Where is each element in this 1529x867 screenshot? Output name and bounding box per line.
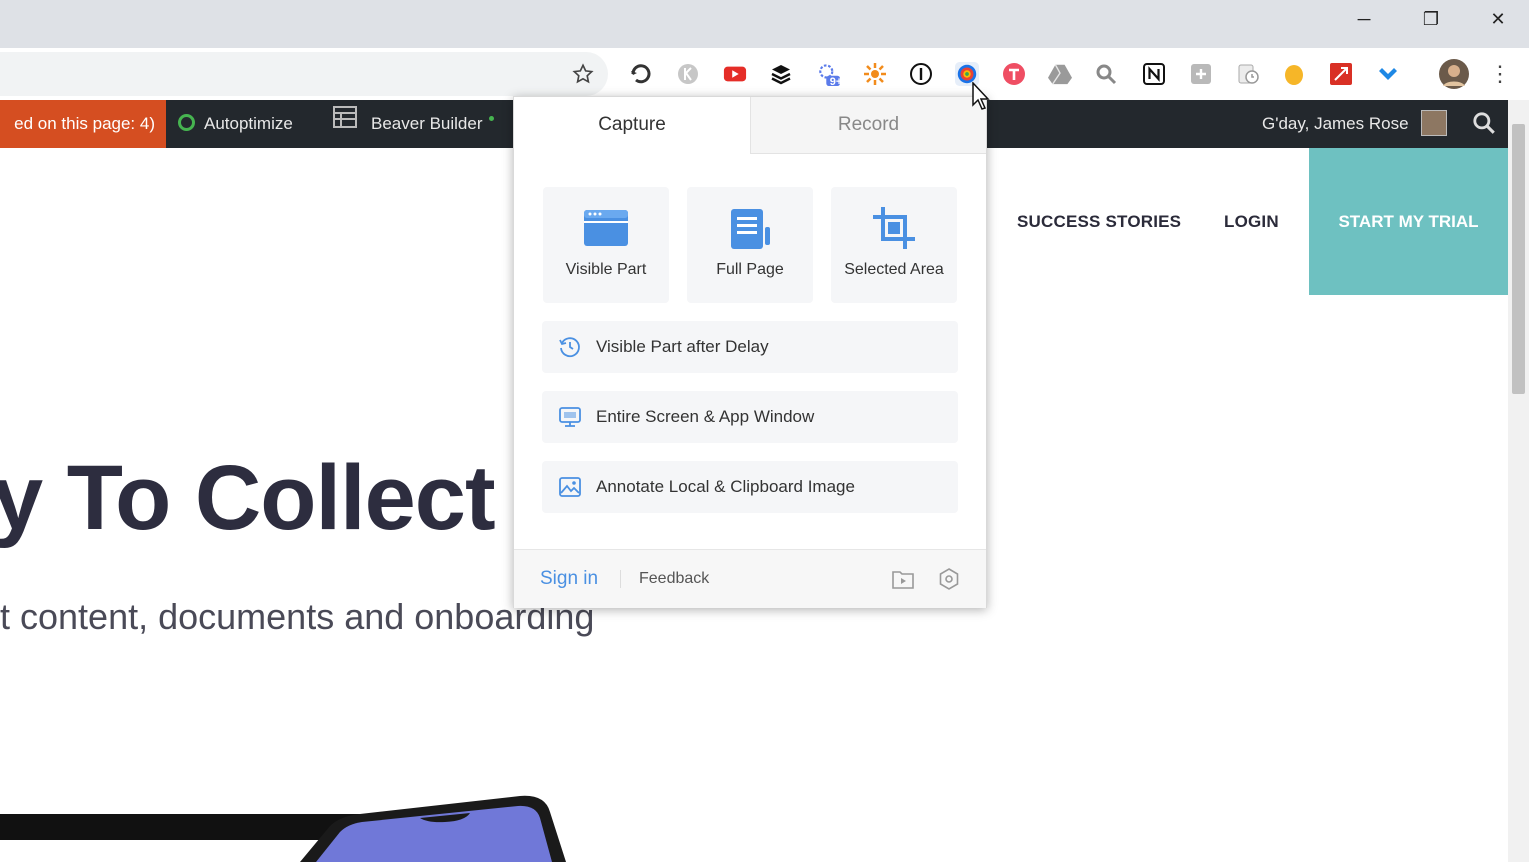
sun-extension-icon[interactable] [863, 62, 887, 86]
full-page-button[interactable]: Full Page [687, 187, 813, 303]
beaver-builder-menu[interactable]: Beaver Builder [333, 100, 494, 148]
box-extension-icon[interactable] [1189, 62, 1213, 86]
clock-extension-icon[interactable] [1236, 62, 1260, 86]
password-manager-icon[interactable] [909, 62, 933, 86]
youtube-extension-icon[interactable] [723, 62, 747, 86]
table-icon [333, 99, 357, 147]
beaver-builder-label: Beaver Builder [371, 114, 483, 133]
autoptimize-label: Autoptimize [204, 114, 293, 133]
scrollbar-thumb[interactable] [1512, 124, 1525, 394]
annotate-image-option[interactable]: Annotate Local & Clipboard Image [542, 461, 958, 513]
admin-notice-item[interactable]: ed on this page: 4) [0, 100, 166, 148]
admin-notice-text: ed on this page: 4) [14, 114, 155, 133]
minimize-button[interactable]: ─ [1352, 8, 1376, 30]
t-extension-icon[interactable] [1002, 62, 1026, 86]
device-mockup-image [0, 788, 580, 862]
image-icon [558, 475, 582, 499]
page-scrollbar[interactable] [1508, 100, 1529, 862]
delay-option-label: Visible Part after Delay [596, 337, 769, 356]
capture-popup: Capture Record Visible Part Full Page Se… [513, 96, 987, 608]
notion-extension-icon[interactable] [1142, 62, 1166, 86]
popup-footer: Sign in Feedback [514, 549, 986, 608]
window-titlebar: ─ ❐ ✕ [0, 0, 1529, 48]
autoptimize-menu[interactable]: Autoptimize [178, 100, 293, 148]
footer-divider [620, 570, 621, 588]
annotate-image-label: Annotate Local & Clipboard Image [596, 477, 855, 496]
start-trial-button[interactable]: START MY TRIAL [1309, 148, 1508, 295]
close-button[interactable]: ✕ [1486, 8, 1510, 30]
puzzle-extension-icon[interactable]: 9+ [816, 62, 842, 88]
entire-screen-label: Entire Screen & App Window [596, 407, 815, 426]
scroll-page-icon [727, 205, 773, 251]
restore-button[interactable]: ❐ [1419, 8, 1443, 30]
bookmark-star-icon[interactable] [571, 62, 595, 86]
monitor-icon [558, 405, 582, 429]
feedback-link[interactable]: Feedback [639, 550, 709, 608]
undo-extension-icon[interactable] [629, 62, 653, 86]
browser-window-icon [583, 205, 629, 251]
visible-part-button[interactable]: Visible Part [543, 187, 669, 303]
hero-title: y To Collect [0, 447, 496, 549]
address-bar[interactable] [0, 52, 608, 96]
selected-area-label: Selected Area [844, 261, 944, 278]
visible-part-delay-option[interactable]: Visible Part after Delay [542, 321, 958, 373]
user-avatar [1421, 109, 1448, 136]
greeting-text: G'day, James Rose [1262, 114, 1409, 133]
pdf-extension-icon[interactable] [1329, 62, 1353, 86]
entire-screen-option[interactable]: Entire Screen & App Window [542, 391, 958, 443]
full-page-label: Full Page [716, 261, 784, 278]
tab-capture[interactable]: Capture [514, 97, 750, 153]
tab-record[interactable]: Record [750, 97, 986, 154]
nav-login[interactable]: LOGIN [1224, 212, 1279, 232]
checkmark-extension-icon[interactable] [1376, 62, 1400, 86]
nav-success-stories[interactable]: SUCCESS STORIES [1017, 212, 1181, 232]
status-dot-icon [488, 116, 494, 122]
timer-icon [558, 335, 582, 359]
settings-gear-icon[interactable] [937, 567, 961, 596]
browser-menu-button[interactable]: ⋮ [1488, 61, 1512, 86]
honey-extension-icon[interactable] [1282, 62, 1306, 86]
account-menu[interactable]: G'day, James Rose [1262, 100, 1448, 148]
sign-in-link[interactable]: Sign in [540, 550, 598, 608]
admin-search-icon[interactable] [1471, 100, 1497, 148]
k-extension-icon[interactable] [676, 62, 700, 86]
magnifier-extension-icon[interactable] [1094, 62, 1118, 86]
profile-avatar[interactable] [1439, 59, 1469, 89]
crop-icon [871, 205, 917, 251]
folder-video-icon[interactable] [891, 568, 915, 595]
hero-subtitle: t content, documents and onboarding [0, 596, 595, 637]
mouse-cursor-icon [971, 81, 991, 112]
visible-part-label: Visible Part [565, 261, 647, 278]
status-dot-icon [178, 114, 195, 132]
extension-badge: 9+ [829, 76, 843, 88]
layers-extension-icon[interactable] [769, 62, 793, 86]
drive-extension-icon[interactable] [1048, 62, 1072, 86]
selected-area-button[interactable]: Selected Area [831, 187, 957, 303]
